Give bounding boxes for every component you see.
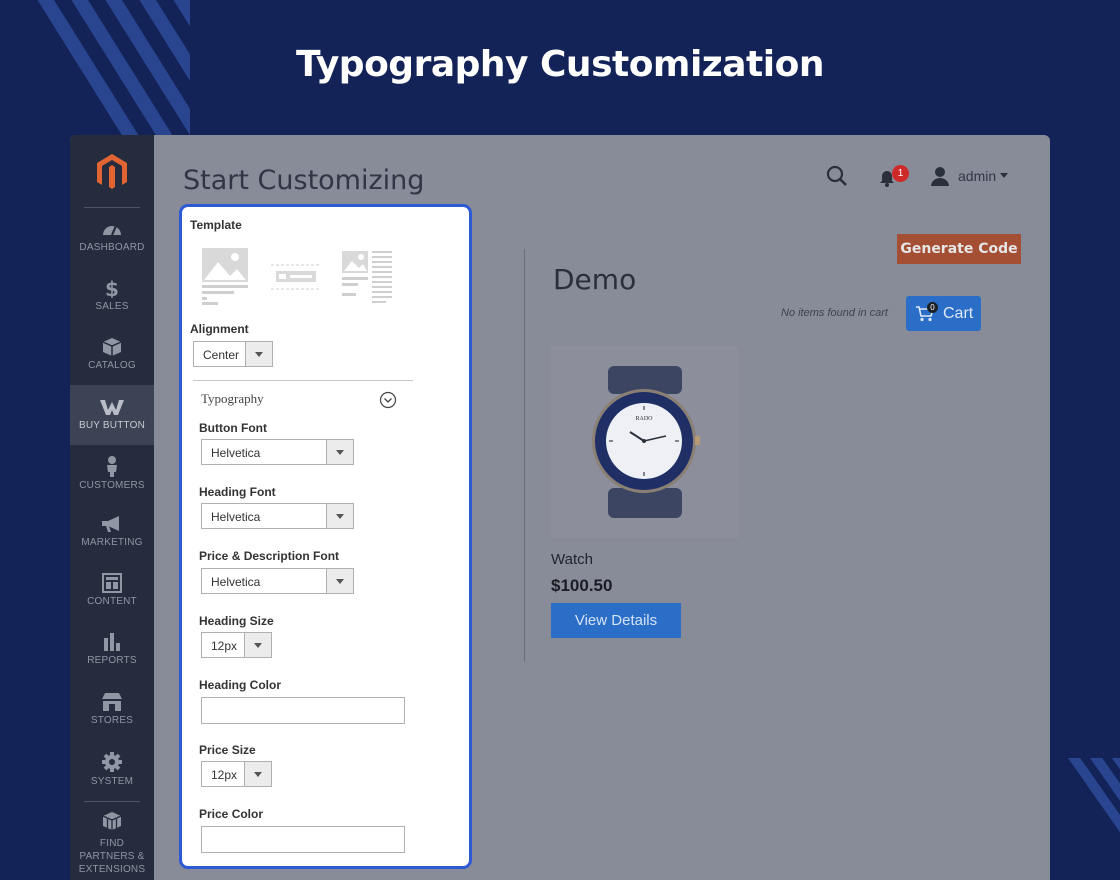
chevron-down-icon bbox=[244, 762, 271, 786]
chevron-down-icon bbox=[326, 504, 353, 528]
section-divider bbox=[193, 380, 413, 381]
chevron-down-icon bbox=[326, 569, 353, 593]
svg-text:$: $ bbox=[105, 278, 119, 298]
dashboard-icon bbox=[103, 225, 121, 236]
heading-size-value: 12px bbox=[211, 639, 238, 653]
heading-color-input[interactable] bbox=[201, 697, 405, 724]
sidebar-item-dashboard[interactable]: DASHBOARD bbox=[70, 219, 154, 277]
product-price: $100.50 bbox=[551, 576, 613, 595]
collapse-toggle-icon[interactable] bbox=[379, 391, 397, 409]
button-font-label: Button Font bbox=[199, 421, 267, 435]
store-icon bbox=[102, 693, 122, 711]
cart-label: Cart bbox=[943, 305, 974, 322]
price-description-font-select[interactable]: Helvetica bbox=[201, 568, 354, 594]
typography-section-title: Typography bbox=[201, 391, 264, 406]
chevron-down-icon bbox=[326, 440, 353, 464]
admin-window: DASHBOARD $ SALES CATALOG BUY BUTTON CUS… bbox=[70, 135, 1050, 880]
sidebar-item-find-partners[interactable]: FIND PARTNERS & EXTENSIONS bbox=[70, 811, 154, 880]
price-size-select[interactable]: 12px bbox=[201, 761, 272, 787]
heading-font-select[interactable]: Helvetica bbox=[201, 503, 354, 529]
price-description-font-value: Helvetica bbox=[211, 575, 261, 589]
sidebar-item-label: SALES bbox=[95, 301, 129, 312]
page-title: Start Customizing bbox=[183, 165, 425, 196]
sidebar: DASHBOARD $ SALES CATALOG BUY BUTTON CUS… bbox=[70, 135, 154, 880]
price-size-value: 12px bbox=[211, 768, 238, 782]
template-option-button-only[interactable] bbox=[270, 263, 322, 291]
sidebar-item-marketing[interactable]: MARKETING bbox=[70, 514, 154, 572]
sidebar-divider bbox=[84, 207, 140, 208]
chevron-down-icon[interactable] bbox=[1000, 173, 1008, 179]
view-details-button[interactable]: View Details bbox=[551, 603, 681, 638]
button-font-select[interactable]: Helvetica bbox=[201, 439, 354, 465]
sidebar-item-label: STORES bbox=[90, 715, 134, 726]
sidebar-item-label: REPORTS bbox=[87, 655, 137, 666]
heading-color-label: Heading Color bbox=[199, 678, 282, 692]
price-color-label: Price Color bbox=[199, 807, 264, 821]
chevron-down-icon bbox=[244, 633, 271, 657]
headline: Typography Customization bbox=[296, 44, 824, 85]
watch-brand: RADO bbox=[635, 416, 653, 422]
watch-image: RADO bbox=[592, 366, 700, 518]
alignment-select[interactable]: Center bbox=[193, 341, 273, 367]
alignment-label: Alignment bbox=[190, 322, 249, 336]
chevron-down-icon bbox=[245, 342, 272, 366]
gear-icon bbox=[102, 752, 122, 772]
empty-cart-message: No items found in cart bbox=[781, 307, 888, 319]
dollar-icon: $ bbox=[105, 278, 119, 298]
price-description-font-label: Price & Description Font bbox=[199, 549, 340, 563]
bar-chart-icon bbox=[104, 633, 120, 651]
cubes-icon bbox=[102, 812, 122, 830]
heading-font-value: Helvetica bbox=[211, 510, 261, 524]
search-icon[interactable] bbox=[826, 165, 848, 187]
product-image[interactable]: RADO bbox=[550, 346, 739, 538]
template-option-image-top[interactable] bbox=[200, 246, 250, 306]
sidebar-item-label: DASHBOARD bbox=[79, 242, 145, 253]
sidebar-item-buy-button[interactable]: BUY BUTTON bbox=[70, 385, 154, 445]
sidebar-item-label: FIND PARTNERS & EXTENSIONS bbox=[78, 838, 146, 875]
generate-code-button[interactable]: Generate Code bbox=[897, 234, 1021, 264]
box-icon bbox=[102, 338, 122, 356]
sidebar-item-sales[interactable]: $ SALES bbox=[70, 278, 154, 336]
magento-logo-icon[interactable] bbox=[92, 151, 132, 191]
sidebar-item-label: SYSTEM bbox=[90, 776, 134, 787]
cart-button[interactable]: 0 Cart bbox=[906, 296, 981, 331]
product-name: Watch bbox=[551, 551, 593, 568]
sidebar-divider bbox=[84, 801, 140, 802]
layout-icon bbox=[102, 573, 122, 593]
sidebar-item-label: MARKETING bbox=[81, 537, 143, 548]
user-icon[interactable] bbox=[930, 166, 950, 186]
sidebar-item-customers[interactable]: CUSTOMERS bbox=[70, 455, 154, 513]
sidebar-item-label: BUY BUTTON bbox=[78, 420, 146, 431]
customization-panel: Template Alignment Center Typography But… bbox=[179, 204, 472, 869]
heading-font-label: Heading Font bbox=[199, 485, 276, 499]
button-font-value: Helvetica bbox=[211, 446, 261, 460]
sidebar-item-label: CUSTOMERS bbox=[79, 480, 145, 491]
demo-title: Demo bbox=[553, 263, 637, 296]
price-size-label: Price Size bbox=[199, 743, 256, 757]
admin-user-menu[interactable]: admin bbox=[958, 168, 996, 184]
heading-size-label: Heading Size bbox=[199, 614, 274, 628]
notification-badge: 1 bbox=[892, 165, 909, 182]
price-color-input[interactable] bbox=[201, 826, 405, 853]
megaphone-icon bbox=[102, 516, 119, 532]
preview-divider bbox=[524, 249, 525, 662]
template-option-image-left[interactable] bbox=[340, 249, 396, 307]
sidebar-item-label: CATALOG bbox=[88, 360, 136, 371]
decorative-stripes-bottom-right bbox=[1048, 758, 1120, 844]
buy-button-logo-icon bbox=[100, 400, 124, 415]
sidebar-item-content[interactable]: CONTENT bbox=[70, 573, 154, 631]
sidebar-item-reports[interactable]: REPORTS bbox=[70, 632, 154, 690]
person-icon bbox=[107, 456, 117, 477]
alignment-value: Center bbox=[203, 348, 240, 362]
sidebar-item-label: CONTENT bbox=[87, 596, 137, 607]
template-label: Template bbox=[190, 218, 242, 232]
cart-count-badge: 0 bbox=[927, 302, 938, 313]
heading-size-select[interactable]: 12px bbox=[201, 632, 272, 658]
sidebar-item-stores[interactable]: STORES bbox=[70, 692, 154, 750]
